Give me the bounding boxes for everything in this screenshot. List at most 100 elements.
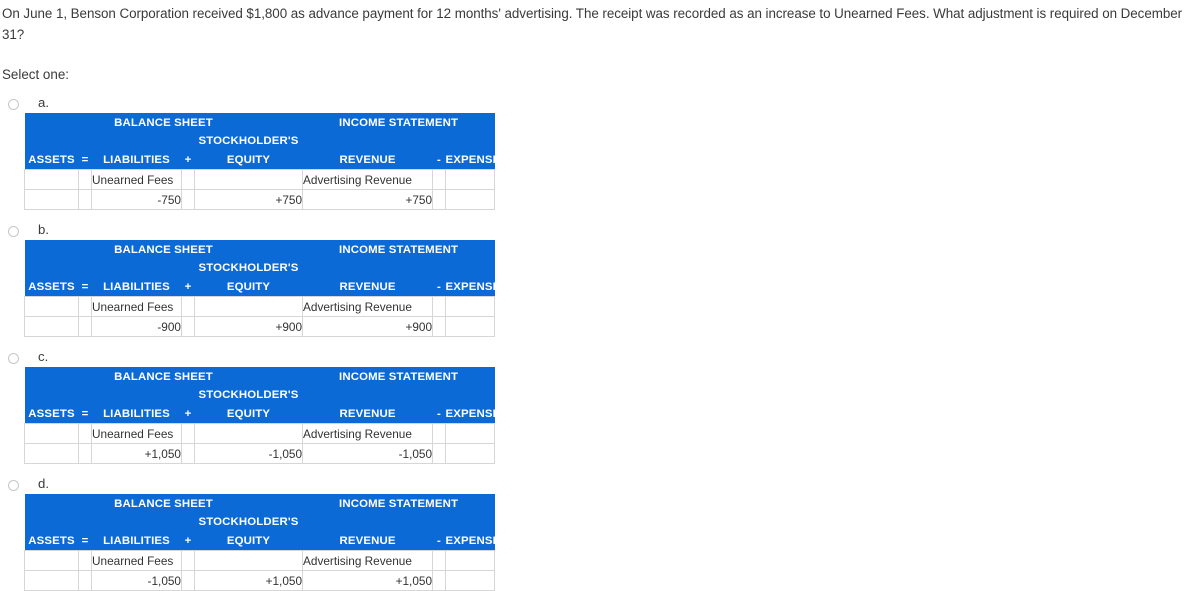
cell-expense-amount (445, 189, 496, 210)
answer-option-a[interactable]: a. BALANCE SHEET INCOME STATEMENT STOCKH… (0, 95, 1200, 210)
header-balance-sheet: BALANCE SHEET (24, 367, 303, 386)
header-blank-left (24, 513, 195, 531)
option-letter-c: c. (38, 349, 49, 364)
cell-liabilities-amount: +1,050 (91, 443, 182, 464)
answer-option-d[interactable]: d. BALANCE SHEET INCOME STATEMENT STOCKH… (0, 476, 1200, 591)
cell-liabilities-amount: -750 (91, 189, 182, 210)
answer-option-c[interactable]: c. BALANCE SHEET INCOME STATEMENT STOCKH… (0, 349, 1200, 464)
header-blank-left (24, 386, 195, 404)
table-row: Unearned Fees Advertising Revenue (24, 296, 496, 317)
cell-assets-account (24, 296, 79, 317)
cell-expense-account (445, 550, 496, 571)
table-header-mid-row: STOCKHOLDER'S (24, 386, 495, 404)
table-row: Unearned Fees Advertising Revenue (24, 550, 496, 571)
table-row: Unearned Fees Advertising Revenue (24, 423, 496, 444)
header-plus: + (181, 404, 195, 424)
header-equals: = (78, 150, 92, 170)
cell-plus-amount (181, 443, 195, 464)
header-equity: EQUITY (194, 404, 303, 424)
header-liabilities: LIABILITIES (91, 531, 182, 551)
cell-minus-account (432, 423, 447, 444)
table-header-mid-row: STOCKHOLDER'S (24, 259, 495, 277)
table-header-column-row: ASSETS = LIABILITIES + EQUITY REVENUE - … (24, 150, 500, 170)
table-header-mid-row: STOCKHOLDER'S (24, 132, 495, 150)
table-header-top-row: BALANCE SHEET INCOME STATEMENT (24, 240, 495, 259)
header-blank-right (302, 132, 495, 150)
table-header-column-row: ASSETS = LIABILITIES + EQUITY REVENUE - … (24, 531, 500, 551)
cell-revenue-amount: +1,050 (302, 570, 434, 591)
header-blank-right (302, 259, 495, 277)
option-letter-d: d. (38, 476, 49, 491)
header-assets: ASSETS (24, 277, 79, 297)
header-assets: ASSETS (24, 404, 79, 424)
header-balance-sheet: BALANCE SHEET (24, 113, 303, 132)
cell-expense-account (445, 169, 496, 190)
header-plus: + (181, 531, 195, 551)
header-equals: = (78, 531, 92, 551)
header-minus: - (432, 531, 446, 551)
cell-plus-account (181, 169, 195, 190)
cell-equals-account (78, 169, 92, 190)
cell-liabilities-account: Unearned Fees (91, 296, 182, 317)
header-expense: EXPENSE (445, 404, 500, 424)
header-income-statement: INCOME STATEMENT (302, 367, 495, 386)
header-minus: - (432, 404, 446, 424)
cell-revenue-account: Advertising Revenue (302, 169, 434, 190)
header-equity: EQUITY (194, 531, 303, 551)
header-plus: + (181, 277, 195, 297)
question-page: On June 1, Benson Corporation received $… (0, 0, 1200, 591)
cell-expense-amount (445, 570, 496, 591)
header-revenue: REVENUE (302, 404, 433, 424)
cell-equals-account (78, 296, 92, 317)
cell-assets-amount (24, 443, 79, 464)
header-revenue: REVENUE (302, 277, 433, 297)
table-header-column-row: ASSETS = LIABILITIES + EQUITY REVENUE - … (24, 277, 500, 297)
option-letter-a: a. (38, 95, 49, 110)
header-blank-left (24, 132, 195, 150)
header-stockholders: STOCKHOLDER'S (194, 386, 303, 404)
table-row: -900 +900 +900 (24, 316, 496, 337)
header-revenue: REVENUE (302, 531, 433, 551)
header-minus: - (432, 150, 446, 170)
cell-plus-amount (181, 189, 195, 210)
radio-button-a[interactable] (8, 99, 19, 110)
answer-table-b: BALANCE SHEET INCOME STATEMENT STOCKHOLD… (24, 240, 500, 337)
cell-equals-amount (78, 570, 92, 591)
radio-button-c[interactable] (8, 353, 19, 364)
cell-revenue-account: Advertising Revenue (302, 550, 434, 571)
cell-minus-amount (432, 316, 447, 337)
header-expense: EXPENSE (445, 531, 500, 551)
header-equity: EQUITY (194, 150, 303, 170)
cell-minus-account (432, 550, 447, 571)
table-header-column-row: ASSETS = LIABILITIES + EQUITY REVENUE - … (24, 404, 500, 424)
cell-revenue-amount: +900 (302, 316, 434, 337)
header-balance-sheet: BALANCE SHEET (24, 240, 303, 259)
cell-minus-account (432, 169, 447, 190)
header-income-statement: INCOME STATEMENT (302, 494, 495, 513)
answer-table-a: BALANCE SHEET INCOME STATEMENT STOCKHOLD… (24, 113, 500, 210)
cell-equity-amount: +750 (193, 189, 304, 210)
cell-minus-amount (432, 570, 447, 591)
answer-option-b[interactable]: b. BALANCE SHEET INCOME STATEMENT STOCKH… (0, 222, 1200, 337)
header-assets: ASSETS (24, 150, 79, 170)
table-row: -1,050 +1,050 +1,050 (24, 570, 496, 591)
header-stockholders: STOCKHOLDER'S (194, 132, 303, 150)
cell-minus-account (432, 296, 447, 317)
cell-liabilities-account: Unearned Fees (91, 423, 182, 444)
cell-liabilities-account: Unearned Fees (91, 550, 182, 571)
cell-assets-amount (24, 316, 79, 337)
header-expense: EXPENSE (445, 277, 500, 297)
header-blank-left (24, 259, 195, 277)
cell-equity-account (193, 169, 304, 190)
radio-button-d[interactable] (8, 480, 19, 491)
cell-plus-account (181, 423, 195, 444)
cell-liabilities-amount: -900 (91, 316, 182, 337)
cell-expense-amount (445, 316, 496, 337)
header-balance-sheet: BALANCE SHEET (24, 494, 303, 513)
radio-button-b[interactable] (8, 226, 19, 237)
cell-revenue-amount: +750 (302, 189, 434, 210)
table-header-mid-row: STOCKHOLDER'S (24, 513, 495, 531)
header-expense: EXPENSE (445, 150, 500, 170)
answer-table-c: BALANCE SHEET INCOME STATEMENT STOCKHOLD… (24, 367, 500, 464)
table-row: +1,050 -1,050 -1,050 (24, 443, 496, 464)
